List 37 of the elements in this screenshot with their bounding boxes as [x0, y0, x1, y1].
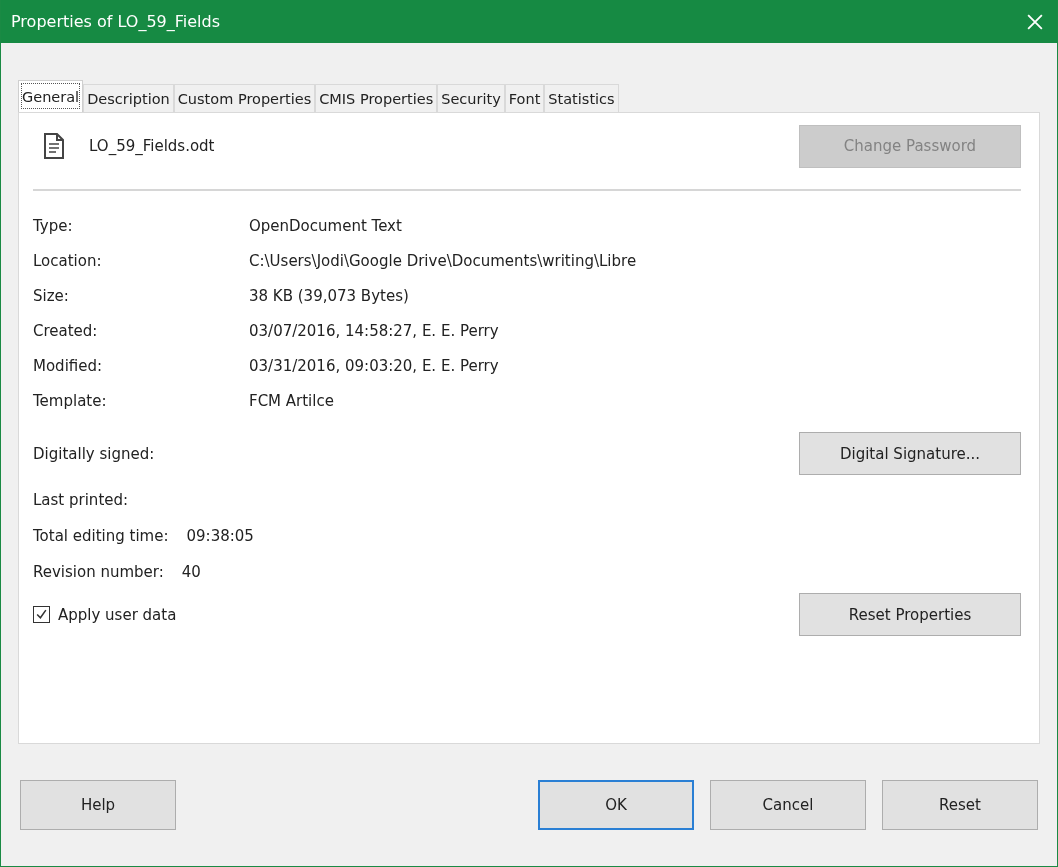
dialog-button[interactable]: OK [538, 780, 694, 830]
file-name: LO_59_Fields.odt [89, 137, 216, 155]
window-title: Properties of LO_59_Fields [11, 12, 220, 31]
property-label: Location: [33, 251, 103, 272]
property-value: 09:38:05 [186, 526, 254, 547]
property-value: 03/07/2016, 14:58:27, E. E. Perry [249, 321, 500, 342]
property-label: Last printed: [33, 490, 129, 511]
dialog-button[interactable]: Help [20, 780, 176, 830]
tab[interactable]: Font [504, 84, 545, 112]
property-value: 03/31/2016, 09:03:20, E. E. Perry [249, 356, 500, 377]
property-value: 40 [181, 562, 201, 583]
tab[interactable]: Security [437, 84, 505, 112]
property-label: Digitally signed: [33, 444, 155, 463]
property-value: C:\Users\Jodi\Google Drive\Documents\writing\Libre [249, 251, 638, 272]
property-value: FCM Artilce [249, 391, 335, 412]
property-value: 38 KB (39,073 Bytes) [249, 286, 410, 307]
tab[interactable]: CMIS Properties [315, 84, 438, 112]
property-label: Size: [33, 286, 70, 307]
dialog-button[interactable]: Cancel [710, 780, 866, 830]
tab[interactable]: Description [83, 84, 174, 112]
tab[interactable]: General [18, 80, 84, 112]
property-label: Created: [33, 321, 99, 342]
digital-signature-button[interactable]: Digital Signature... [799, 432, 1021, 475]
tab[interactable]: Custom Properties [173, 84, 316, 112]
property-label: Type: [33, 216, 74, 237]
document-icon [43, 133, 65, 159]
dialog-button[interactable]: Reset [882, 780, 1038, 830]
property-label: Total editing time: [33, 526, 169, 547]
property-label: Modified: [33, 356, 104, 377]
property-label: Template: [33, 391, 108, 412]
property-value: OpenDocument Text [249, 216, 403, 237]
reset-properties-button[interactable]: Reset Properties [799, 593, 1021, 636]
checkbox-label: Apply user data [58, 605, 177, 624]
tab[interactable]: Statistics [544, 84, 619, 112]
close-icon[interactable] [1027, 13, 1043, 30]
checkbox[interactable] [33, 606, 50, 623]
property-label: Revision number: [33, 562, 164, 583]
